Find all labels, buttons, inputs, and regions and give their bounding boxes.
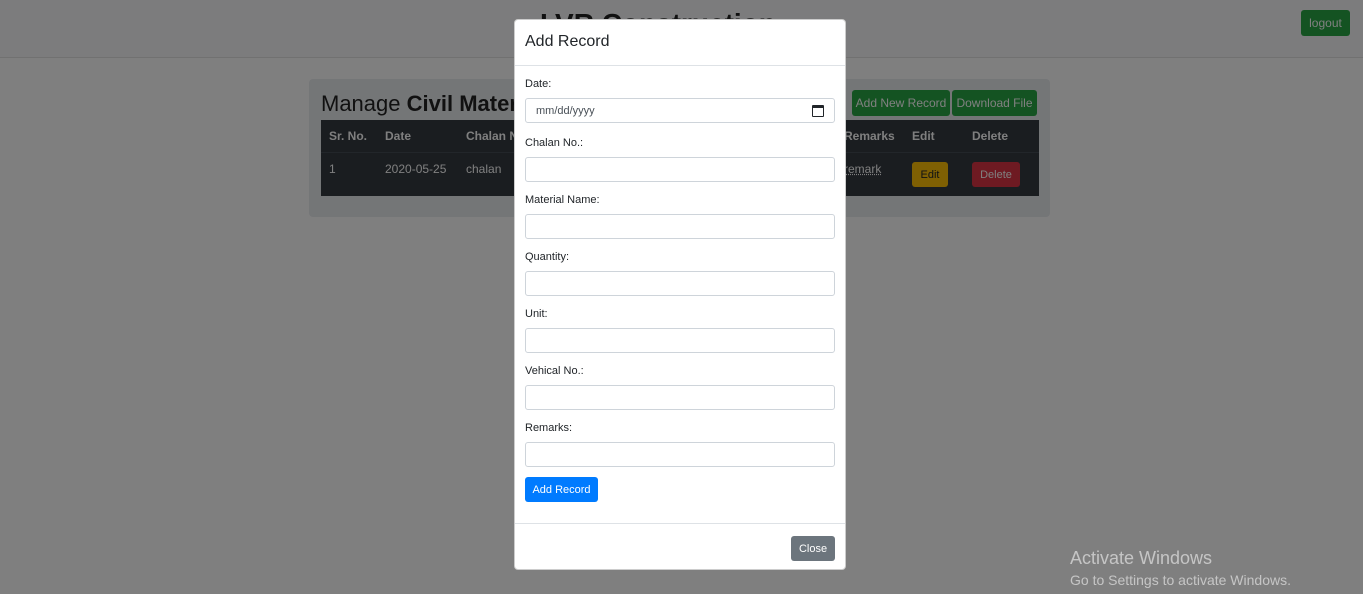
unit-field[interactable] [525, 328, 835, 353]
calendar-icon[interactable] [812, 104, 824, 117]
remarks-field[interactable] [525, 442, 835, 467]
quantity-label: Quantity: [525, 251, 570, 263]
material-name-label: Material Name: [525, 194, 600, 206]
quantity-field[interactable] [525, 271, 835, 296]
chalan-no-field[interactable] [525, 157, 835, 182]
modal-header: Add Record [515, 20, 845, 66]
add-record-submit-button[interactable]: Add Record [525, 477, 598, 502]
date-field[interactable]: mm/dd/yyyy [525, 98, 835, 123]
close-button[interactable]: Close [791, 536, 835, 561]
chalan-no-label: Chalan No.: [525, 137, 584, 149]
date-label: Date: [525, 78, 552, 90]
modal-title: Add Record [525, 33, 610, 50]
activate-windows-subtitle: Go to Settings to activate Windows. [1070, 572, 1291, 588]
material-name-field[interactable] [525, 214, 835, 239]
unit-label: Unit: [525, 308, 548, 320]
modal-footer: Close [515, 523, 845, 570]
date-placeholder: mm/dd/yyyy [536, 104, 595, 117]
vehical-no-field[interactable] [525, 385, 835, 410]
vehical-no-label: Vehical No.: [525, 365, 584, 377]
activate-windows-title: Activate Windows [1070, 548, 1213, 568]
remarks-label: Remarks: [525, 422, 573, 434]
add-record-modal: Add Record Date: mm/dd/yyyy Chalan No.: … [514, 19, 846, 570]
